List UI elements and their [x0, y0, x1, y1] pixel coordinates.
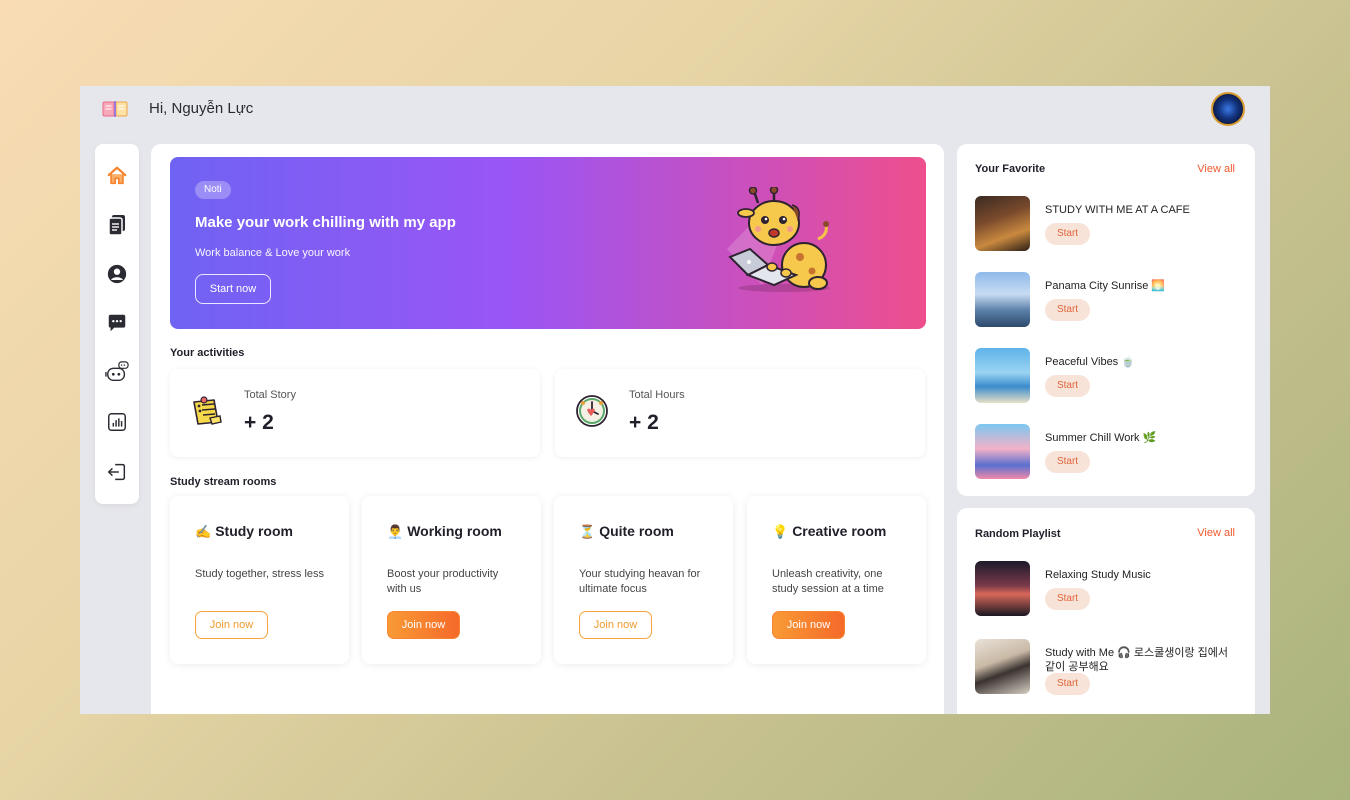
room-description: Study together, stress less	[195, 568, 325, 580]
room-description: Boost your productivity with us	[387, 568, 499, 595]
stat-card-hours: Total Hours + 2	[555, 369, 925, 457]
start-button[interactable]: Start	[1045, 223, 1090, 245]
documents-icon	[108, 215, 125, 236]
banner-title: Make your work chilling with my app	[195, 214, 456, 231]
thumbnail-desk	[975, 561, 1030, 616]
stat-label: Total Hours	[629, 389, 685, 401]
list-item[interactable]: Relaxing Study Music Start	[975, 561, 1240, 617]
hourglass-icon: ⏳	[579, 524, 596, 539]
writing-hand-icon: ✍️	[195, 524, 212, 539]
app-window: Hi, Nguyễn Lực Noti Make your work chill…	[80, 86, 1270, 714]
stat-value: + 2	[244, 411, 274, 434]
item-name: Summer Chill Work 🌿	[1045, 432, 1157, 444]
favorite-panel: Your Favorite View all STUDY WITH ME AT …	[957, 144, 1255, 496]
office-worker-icon: 👨‍💼	[387, 524, 404, 539]
item-name: Peaceful Vibes 🍵	[1045, 356, 1135, 368]
start-button[interactable]: Start	[1045, 299, 1090, 321]
robot-icon	[105, 361, 129, 381]
playlist-title: Random Playlist	[975, 528, 1061, 540]
chart-icon	[108, 413, 126, 431]
rooms-title: Study stream rooms	[170, 476, 277, 488]
avatar[interactable]	[1211, 92, 1245, 126]
sidebar-item-profile[interactable]	[105, 262, 129, 286]
room-description: Your studying heavan for ultimate focus	[579, 568, 701, 595]
lightbulb-icon: 💡	[772, 524, 789, 539]
room-card-creative: 💡 Creative room Unleash creativity, one s…	[747, 496, 926, 664]
start-now-button[interactable]: Start now	[195, 274, 271, 304]
join-now-button[interactable]: Join now	[579, 611, 652, 639]
user-icon	[107, 264, 127, 284]
logout-icon	[107, 463, 126, 481]
room-title: ⏳ Quite room	[579, 523, 674, 539]
sidebar-item-chat[interactable]	[105, 311, 129, 335]
join-now-button[interactable]: Join now	[772, 611, 845, 639]
list-item[interactable]: Study with Me 🎧 로스쿨생이랑 집에서 같이 공부해요 Start	[975, 639, 1240, 695]
start-button[interactable]: Start	[1045, 673, 1090, 695]
chat-icon	[108, 314, 126, 332]
stat-value: + 2	[629, 411, 659, 434]
list-item[interactable]: Summer Chill Work 🌿 Start	[975, 424, 1240, 480]
list-item[interactable]: STUDY WITH ME AT A CAFE Start	[975, 196, 1240, 252]
hero-banner: Noti Make your work chilling with my app…	[170, 157, 926, 329]
main-content: Noti Make your work chilling with my app…	[151, 144, 944, 714]
room-title: 👨‍💼 Working room	[387, 523, 502, 539]
favorite-view-all-link[interactable]: View all	[1197, 163, 1235, 175]
stat-label: Total Story	[244, 389, 296, 401]
thumbnail-summer	[975, 424, 1030, 479]
book-logo-icon	[102, 101, 128, 117]
notepad-icon	[193, 396, 222, 425]
stat-card-story: Total Story + 2	[170, 369, 540, 457]
room-description: Unleash creativity, one study session at…	[772, 568, 884, 595]
item-name: Study with Me 🎧 로스쿨생이랑 집에서 같이 공부해요	[1045, 647, 1229, 673]
banner-subtitle: Work balance & Love your work	[195, 247, 351, 259]
giraffe-laptop-illustration	[727, 187, 830, 292]
item-name: Panama City Sunrise 🌅	[1045, 280, 1166, 292]
sidebar-item-bot[interactable]	[105, 360, 129, 384]
room-title: 💡 Creative room	[772, 523, 887, 539]
room-title: ✍️ Study room	[195, 523, 293, 539]
playlist-panel: Random Playlist View all Relaxing Study …	[957, 508, 1255, 714]
top-bar: Hi, Nguyễn Lực	[80, 86, 1270, 132]
start-button[interactable]: Start	[1045, 451, 1090, 473]
join-now-button[interactable]: Join now	[387, 611, 460, 639]
list-item[interactable]: Peaceful Vibes 🍵 Start	[975, 348, 1240, 404]
thumbnail-cafe	[975, 196, 1030, 251]
thumbnail-study-girl	[975, 639, 1030, 694]
favorite-title: Your Favorite	[975, 163, 1046, 175]
room-card-working: 👨‍💼 Working room Boost your productivity …	[362, 496, 541, 664]
sidebar	[95, 144, 139, 504]
sidebar-item-home[interactable]	[105, 164, 129, 188]
playlist-view-all-link[interactable]: View all	[1197, 527, 1235, 539]
item-name: Relaxing Study Music	[1045, 569, 1151, 581]
activities-title: Your activities	[170, 347, 245, 359]
item-name: STUDY WITH ME AT A CAFE	[1045, 204, 1190, 216]
join-now-button[interactable]: Join now	[195, 611, 268, 639]
start-button[interactable]: Start	[1045, 375, 1090, 397]
noti-badge: Noti	[195, 181, 231, 199]
sidebar-item-logout[interactable]	[105, 460, 129, 484]
list-item[interactable]: Panama City Sunrise 🌅 Start	[975, 272, 1240, 328]
sidebar-item-stats[interactable]	[105, 410, 129, 434]
sidebar-item-documents[interactable]	[105, 213, 129, 237]
room-card-quiet: ⏳ Quite room Your studying heavan for ult…	[554, 496, 733, 664]
start-button[interactable]: Start	[1045, 588, 1090, 610]
home-icon	[107, 166, 127, 185]
greeting-text: Hi, Nguyễn Lực	[149, 100, 254, 117]
thumbnail-city	[975, 272, 1030, 327]
thumbnail-sea	[975, 348, 1030, 403]
clock-icon	[576, 395, 608, 427]
room-card-study: ✍️ Study room Study together, stress less…	[170, 496, 349, 664]
